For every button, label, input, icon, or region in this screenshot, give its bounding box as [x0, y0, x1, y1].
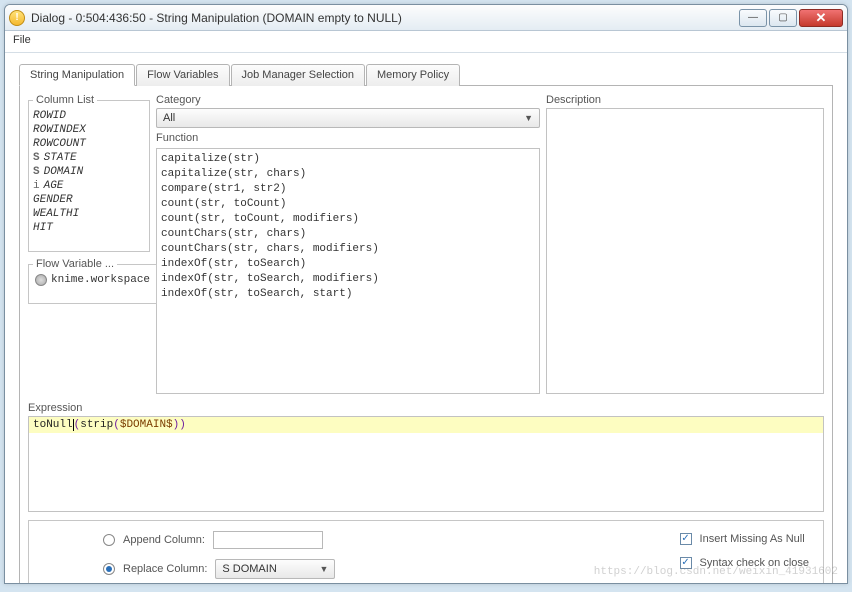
tab-job-manager[interactable]: Job Manager Selection	[231, 64, 366, 86]
append-column-radio[interactable]	[103, 534, 115, 546]
function-item[interactable]: count(str, toCount, modifiers)	[161, 212, 535, 227]
column-item: GENDER	[31, 193, 147, 207]
menu-file[interactable]: File	[13, 34, 31, 46]
string-type-icon: S	[33, 166, 40, 178]
description-box[interactable]	[546, 108, 824, 394]
column-list[interactable]: ROWID ROWINDEX ROWCOUNT SSTATE SDOMAIN i…	[29, 106, 149, 251]
flow-variables-legend: Flow Variable ...	[33, 258, 117, 270]
column-list-legend: Column List	[33, 94, 97, 106]
column-item: ROWINDEX	[31, 123, 147, 137]
column-item: WEALTHI	[31, 207, 147, 221]
replace-column-label: Replace Column:	[123, 563, 207, 575]
column-list-panel: Column List ROWID ROWINDEX ROWCOUNT SSTA…	[28, 94, 150, 252]
column-item: SDOMAIN	[31, 165, 147, 179]
syntax-check-checkbox[interactable]: ✓	[680, 557, 692, 569]
flow-variables-panel: Flow Variable ... knime.workspace	[28, 258, 157, 304]
tab-strip: String Manipulation Flow Variables Job M…	[19, 63, 833, 86]
expression-label: Expression	[28, 402, 824, 414]
function-label: Function	[156, 132, 540, 144]
function-item[interactable]: countChars(str, chars, modifiers)	[161, 242, 535, 257]
menu-bar: File	[5, 31, 847, 53]
expression-editor[interactable]: toNull(strip($DOMAIN$))	[28, 416, 824, 512]
int-type-icon: i	[33, 180, 40, 192]
insert-missing-label: Insert Missing As Null	[700, 533, 805, 545]
column-item: ROWID	[31, 109, 147, 123]
maximize-button[interactable]: ▢	[769, 9, 797, 27]
output-options: Append Column: Replace Column: S DOMAIN …	[28, 520, 824, 584]
chevron-down-icon: ▼	[524, 113, 533, 123]
function-item[interactable]: indexOf(str, toSearch, modifiers)	[161, 272, 535, 287]
flow-variable-item[interactable]: knime.workspace	[29, 270, 156, 290]
column-item: SSTATE	[31, 151, 147, 165]
function-item[interactable]: countChars(str, chars)	[161, 227, 535, 242]
column-list-hscroll[interactable]: ◂ ▸	[29, 251, 149, 252]
function-item[interactable]: indexOf(str, toSearch)	[161, 257, 535, 272]
tab-flow-variables[interactable]: Flow Variables	[136, 64, 229, 86]
function-list[interactable]: capitalize(str) capitalize(str, chars) c…	[156, 148, 540, 394]
gear-icon	[35, 274, 47, 286]
function-item[interactable]: compare(str1, str2)	[161, 182, 535, 197]
dialog-window: ! Dialog - 0:504:436:50 - String Manipul…	[4, 4, 848, 584]
function-item[interactable]: capitalize(str, chars)	[161, 167, 535, 182]
append-column-input[interactable]	[213, 531, 323, 549]
tab-memory-policy[interactable]: Memory Policy	[366, 64, 460, 86]
replace-column-radio[interactable]	[103, 563, 115, 575]
minimize-button[interactable]: —	[739, 9, 767, 27]
content-area: String Manipulation Flow Variables Job M…	[5, 53, 847, 579]
warning-icon: !	[9, 10, 25, 26]
string-type-icon: S	[33, 152, 40, 164]
close-button[interactable]: ✕	[799, 9, 843, 27]
title-bar[interactable]: ! Dialog - 0:504:436:50 - String Manipul…	[5, 5, 847, 31]
description-label: Description	[546, 94, 824, 106]
window-title: Dialog - 0:504:436:50 - String Manipulat…	[31, 11, 739, 25]
category-combo[interactable]: All ▼	[156, 108, 540, 128]
tab-body: Column List ROWID ROWINDEX ROWCOUNT SSTA…	[19, 86, 833, 584]
insert-missing-checkbox[interactable]: ✓	[680, 533, 692, 545]
syntax-check-label: Syntax check on close	[700, 557, 809, 569]
window-controls: — ▢ ✕	[739, 9, 843, 27]
function-item[interactable]: indexOf(str, toSearch, start)	[161, 287, 535, 302]
column-item: HIT	[31, 221, 147, 235]
column-item: iAGE	[31, 179, 147, 193]
function-item[interactable]: count(str, toCount)	[161, 197, 535, 212]
column-item: ROWCOUNT	[31, 137, 147, 151]
tab-string-manipulation[interactable]: String Manipulation	[19, 64, 135, 86]
replace-column-combo[interactable]: S DOMAIN ▼	[215, 559, 335, 579]
append-column-label: Append Column:	[123, 534, 205, 546]
function-item[interactable]: capitalize(str)	[161, 152, 535, 167]
category-label: Category	[156, 94, 540, 106]
chevron-down-icon: ▼	[319, 564, 328, 574]
